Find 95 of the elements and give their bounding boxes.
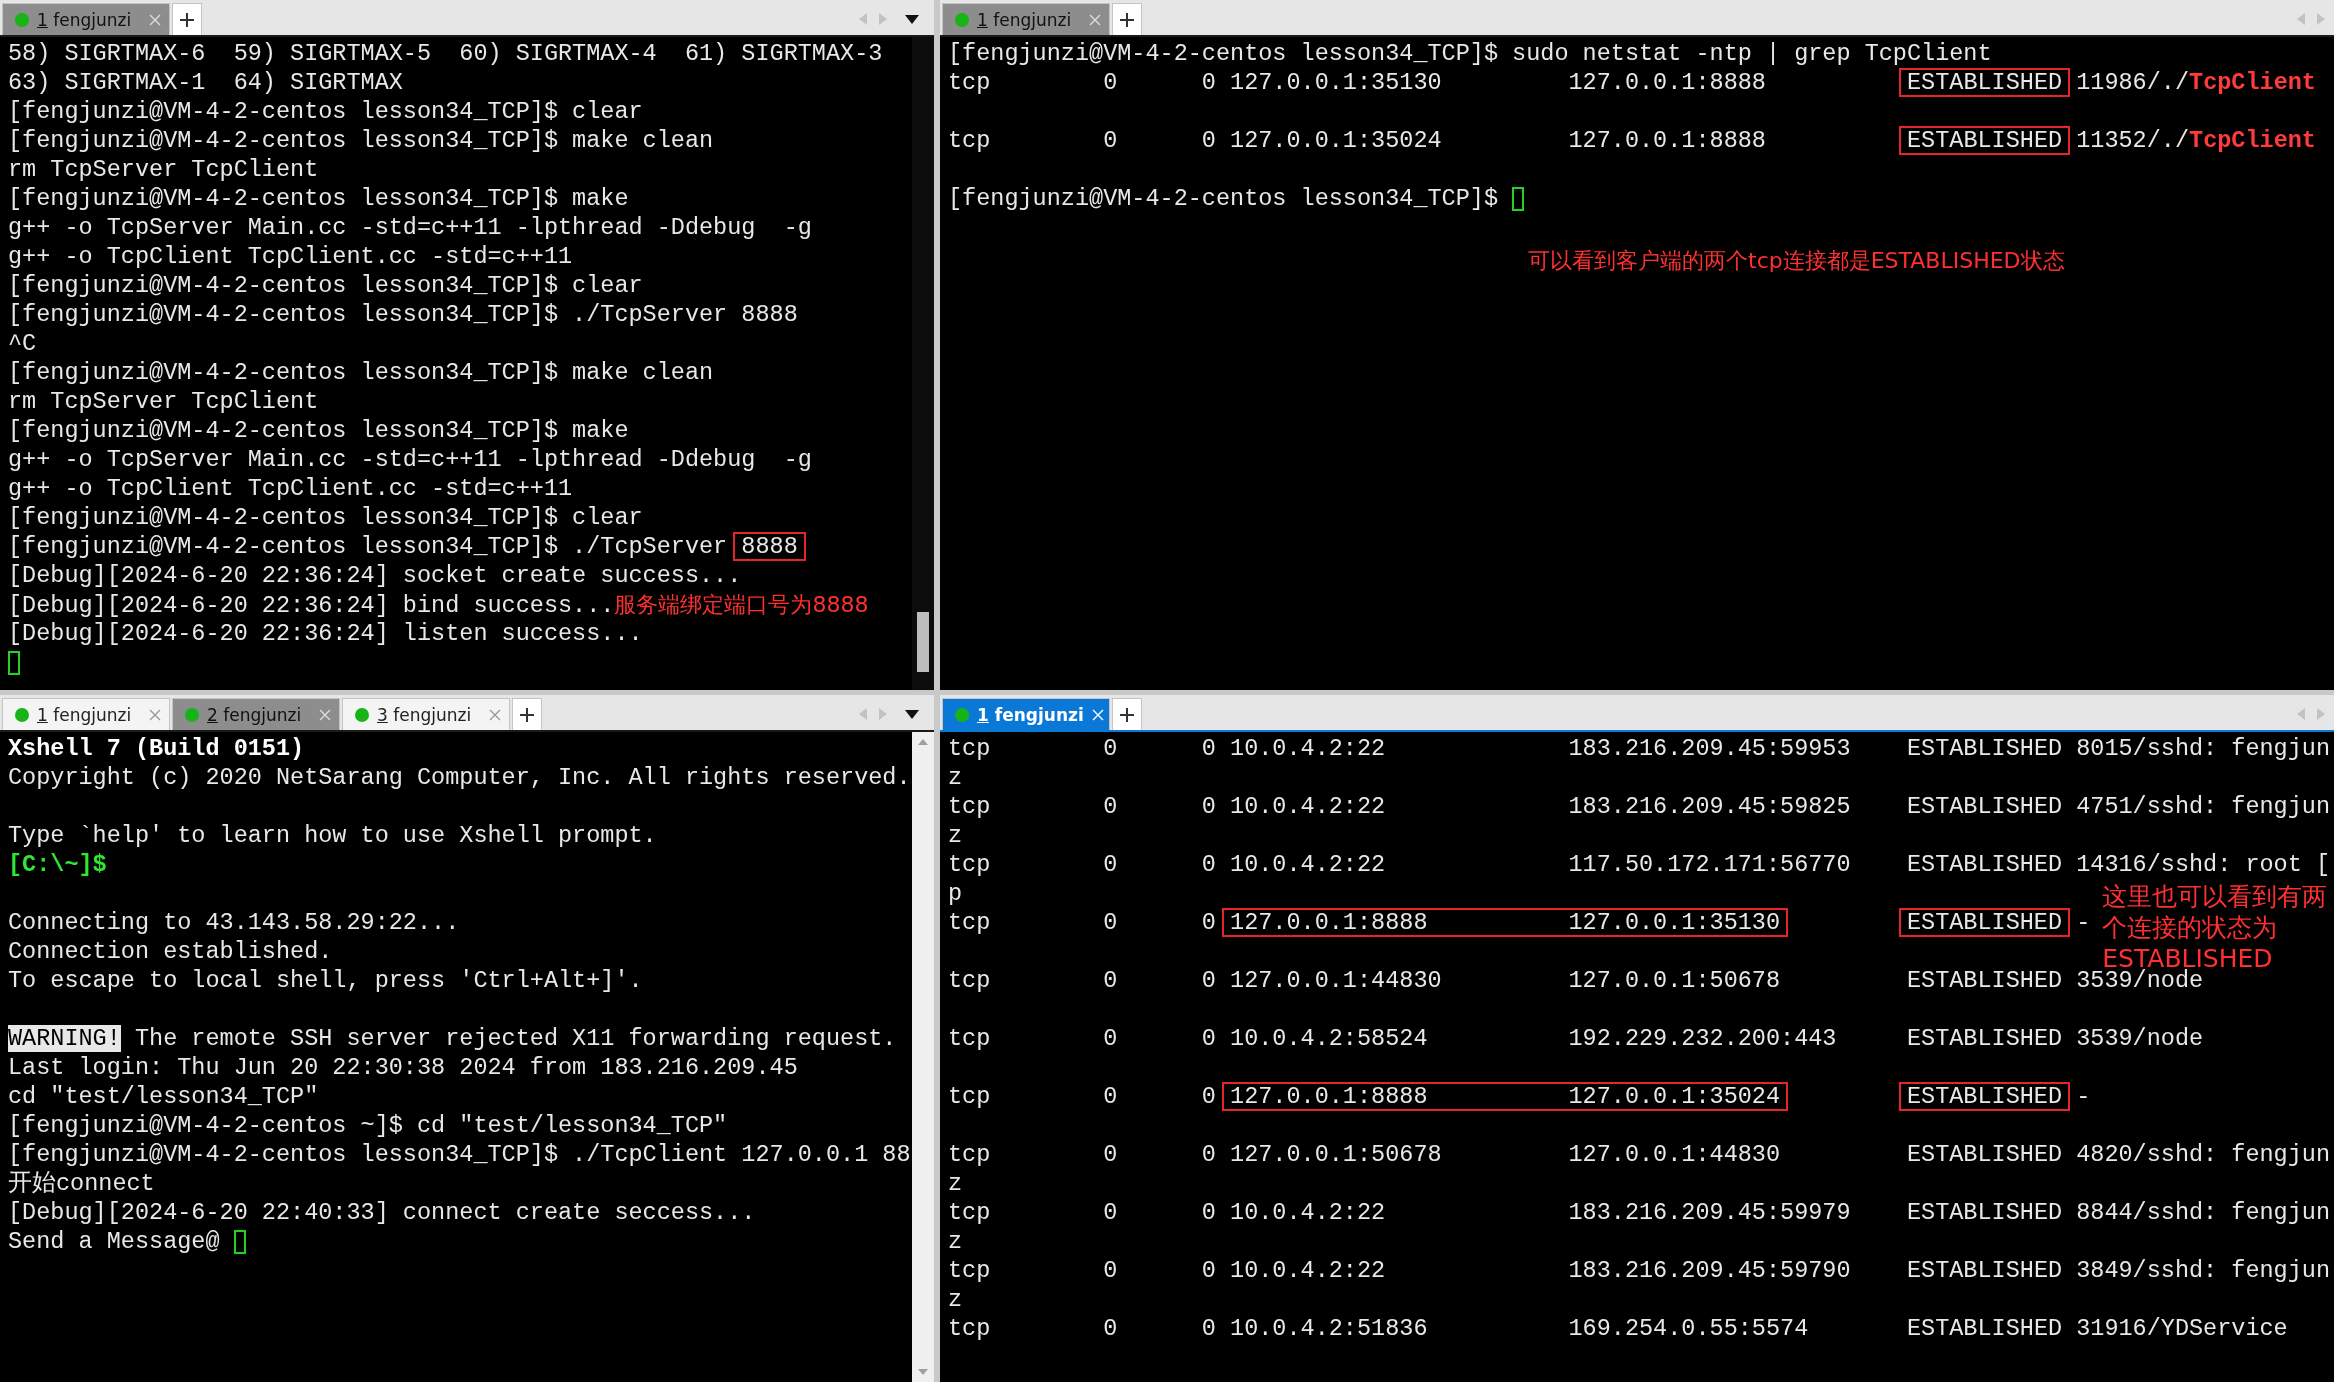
- terminal-text: tcp 0 0 127.0.0.1:44830 127.0.0.1:50678 ESTABLISHED 3539/node: [948, 967, 2204, 994]
- highlighted-text: ESTABLISHED: [1898, 908, 2071, 937]
- terminal-text: [fengjunzi@VM-4-2-centos lesson34_TCP]$ clear: [8, 504, 643, 531]
- highlighted-text: ESTABLISHED: [1898, 68, 2071, 97]
- highlighted-text: 127.0.0.1:8888 127.0.0.1:35130: [1222, 908, 1789, 937]
- terminal-text: [fengjunzi@VM-4-2-centos lesson34_TCP]$ ./TcpServer: [8, 533, 729, 560]
- terminal-text: z: [948, 1286, 963, 1313]
- close-icon[interactable]: [149, 708, 161, 721]
- new-tab-button[interactable]: [512, 698, 542, 730]
- new-tab-button[interactable]: [1112, 698, 1142, 730]
- dropdown-icon[interactable]: [904, 708, 920, 720]
- terminal-text: tcp 0 0: [948, 1083, 1217, 1110]
- terminal-text: p: [948, 880, 963, 907]
- terminal-text: Send a Message@: [8, 1228, 221, 1255]
- terminal-text: -: [2075, 909, 2091, 936]
- terminal-text: rm TcpServer TcpClient: [8, 156, 319, 183]
- terminal-text: tcp 0 0 10.0.4.2:58524 192.229.232.200:443 ESTABLISHED 3539/node: [948, 1025, 2204, 1052]
- terminal-text: tcp 0 0 10.0.4.2:51836 169.254.0.55:5574 ESTABLISHED 31916/YDService: [948, 1315, 2288, 1342]
- terminal-text: Last login: Thu Jun 20 22:30:38 2024 from 183.216.209.45: [8, 1054, 798, 1081]
- prompt-text: [C:\~]$: [8, 851, 107, 878]
- terminal-text: [fengjunzi@VM-4-2-centos lesson34_TCP]$ ./TcpServer 8888: [8, 301, 798, 328]
- session-tab[interactable]: 3 fengjunzi: [342, 698, 510, 730]
- close-icon[interactable]: [489, 708, 501, 721]
- scrollbar[interactable]: [912, 732, 934, 1382]
- terminal-text: [fengjunzi@VM-4-2-centos lesson34_TCP]$: [948, 185, 1499, 212]
- terminal-text: 11352/./: [2075, 127, 2190, 154]
- terminal-text: cd "test/lesson34_TCP": [8, 1083, 319, 1110]
- highlighted-text: 127.0.0.1:8888 127.0.0.1:35024: [1222, 1082, 1789, 1111]
- highlighted-text: ESTABLISHED: [1898, 1082, 2071, 1111]
- warning-label: WARNING!: [8, 1025, 121, 1052]
- terminal-text: ^C: [8, 330, 37, 357]
- highlighted-text: 8888: [733, 532, 806, 561]
- terminal-text: g++ -o TcpServer Main.cc -std=c++11 -lpthread -Ddebug -g: [8, 446, 812, 473]
- terminal-text: tcp 0 0 127.0.0.1:50678 127.0.0.1:44830 ESTABLISHED 4820/sshd: fengjun: [948, 1141, 2331, 1168]
- terminal-text: z: [948, 764, 963, 791]
- dropdown-icon[interactable]: [904, 13, 920, 25]
- plus-icon: [519, 706, 535, 723]
- terminal-text: rm TcpServer TcpClient: [8, 388, 319, 415]
- terminal-text: Copyright (c) 2020 NetSarang Computer, Inc. All rights reserved.: [8, 764, 911, 791]
- terminal-text: z: [948, 1228, 963, 1255]
- terminal-text: [fengjunzi@VM-4-2-centos lesson34_TCP]$ make clean: [8, 359, 714, 386]
- new-tab-button[interactable]: [172, 3, 202, 35]
- terminal-text: [Debug][2024-6-20 22:36:24] bind success...: [8, 592, 615, 619]
- session-tab[interactable]: 2 fengjunzi: [172, 698, 340, 730]
- highlighted-text: ESTABLISHED: [1898, 126, 2071, 155]
- terminal-text: 11986/./: [2075, 69, 2190, 96]
- terminal-text: [fengjunzi@VM-4-2-centos lesson34_TCP]$ make: [8, 185, 629, 212]
- terminal-text: Connection established.: [8, 938, 333, 965]
- terminal-text: [Debug][2024-6-20 22:36:24] listen success...: [8, 620, 643, 647]
- terminal-text: [fengjunzi@VM-4-2-centos ~]$ cd "test/lesson34_TCP": [8, 1112, 728, 1139]
- terminal-text: tcp 0 0 10.0.4.2:22 183.216.209.45:59790 ESTABLISHED 3849/sshd: fengjun: [948, 1257, 2331, 1284]
- terminal-text: [Debug][2024-6-20 22:36:24] socket create success...: [8, 562, 742, 589]
- new-tab-button[interactable]: [1112, 3, 1142, 35]
- scroll-up-icon[interactable]: [917, 738, 929, 746]
- terminal-text: tcp 0 0 127.0.0.1:35130 127.0.0.1:8888: [948, 69, 1767, 96]
- terminal-text: 63) SIGRTMAX-1 64) SIGRTMAX: [8, 69, 403, 96]
- terminal-text: tcp 0 0 10.0.4.2:22 183.216.209.45:59979 ESTABLISHED 8844/sshd: fengjun: [948, 1199, 2331, 1226]
- terminal-text: [fengjunzi@VM-4-2-centos lesson34_TCP]$ sudo netstat -ntp | grep TcpClient: [948, 40, 1992, 67]
- terminal-text: [fengjunzi@VM-4-2-centos lesson34_TCP]$ make: [8, 417, 629, 444]
- terminal-text: g++ -o TcpClient TcpClient.cc -std=c++11: [8, 475, 573, 502]
- emphasized-text: TcpClient: [2189, 127, 2316, 154]
- terminal-text: tcp 0 0: [948, 909, 1217, 936]
- terminal-text: [fengjunzi@VM-4-2-centos lesson34_TCP]$ clear: [8, 272, 643, 299]
- terminal-text: 58) SIGRTMAX-6 59) SIGRTMAX-5 60) SIGRTMAX-4 61) SIGRTMAX-3: [8, 40, 883, 67]
- terminal-text: 开始connect: [8, 1170, 155, 1197]
- terminal-text: z: [948, 822, 963, 849]
- scroll-down-icon[interactable]: [917, 1368, 929, 1376]
- terminal-text: Type `help' to learn how to use Xshell prompt.: [8, 822, 657, 849]
- session-tab[interactable]: 1 fengjunzi: [2, 3, 170, 35]
- terminal-text: Xshell 7 (Build 0151): [8, 735, 305, 762]
- session-tab[interactable]: 1 fengjunzi: [2, 698, 170, 730]
- terminal-text: g++ -o TcpClient TcpClient.cc -std=c++11: [8, 243, 573, 270]
- annotation: 服务端绑定端口号为8888: [614, 592, 869, 617]
- terminal-text: Connecting to 43.143.58.29:22...: [8, 909, 460, 936]
- terminal-text: tcp 0 0 10.0.4.2:22 183.216.209.45:59953 ESTABLISHED 8015/sshd: fengjun: [948, 735, 2331, 762]
- terminal-text: -: [2075, 1083, 2091, 1110]
- terminal-text: g++ -o TcpServer Main.cc -std=c++11 -lpthread -Ddebug -g: [8, 214, 812, 241]
- terminal-text: [Debug][2024-6-20 22:40:33] connect create seccess...: [8, 1199, 756, 1226]
- scrollbar[interactable]: [912, 37, 934, 690]
- terminal-text: The remote SSH server rejected X11 forwarding request.: [133, 1025, 897, 1052]
- terminal-text: tcp 0 0 127.0.0.1:35024 127.0.0.1:8888: [948, 127, 1767, 154]
- terminal-text: z: [948, 1170, 963, 1197]
- emphasized-text: TcpClient: [2189, 69, 2316, 96]
- terminal-text: tcp 0 0 10.0.4.2:22 183.216.209.45:59825 ESTABLISHED 4751/sshd: fengjun: [948, 793, 2331, 820]
- terminal-text: To escape to local shell, press 'Ctrl+Alt+]'.: [8, 967, 643, 994]
- terminal-text: [fengjunzi@VM-4-2-centos lesson34_TCP]$ make clean: [8, 127, 714, 154]
- terminal-text: tcp 0 0 10.0.4.2:22 117.50.172.171:56770 ESTABLISHED 14316/sshd: root [: [948, 851, 2331, 878]
- session-tab[interactable]: 1 fengjunzi: [942, 3, 1110, 35]
- session-tab[interactable]: 1 fengjunzi: [942, 698, 1110, 730]
- plus-icon: [179, 11, 195, 28]
- plus-icon: [1119, 11, 1135, 28]
- plus-icon: [1119, 706, 1135, 723]
- annotation: 可以看到客户端的两个tcp连接都是ESTABLISHED状态: [1528, 248, 2065, 273]
- terminal-text: [fengjunzi@VM-4-2-centos lesson34_TCP]$ clear: [8, 98, 643, 125]
- terminal-text: [fengjunzi@VM-4-2-centos lesson34_TCP]$ ./TcpClient 127.0.0.1 88: [8, 1141, 911, 1168]
